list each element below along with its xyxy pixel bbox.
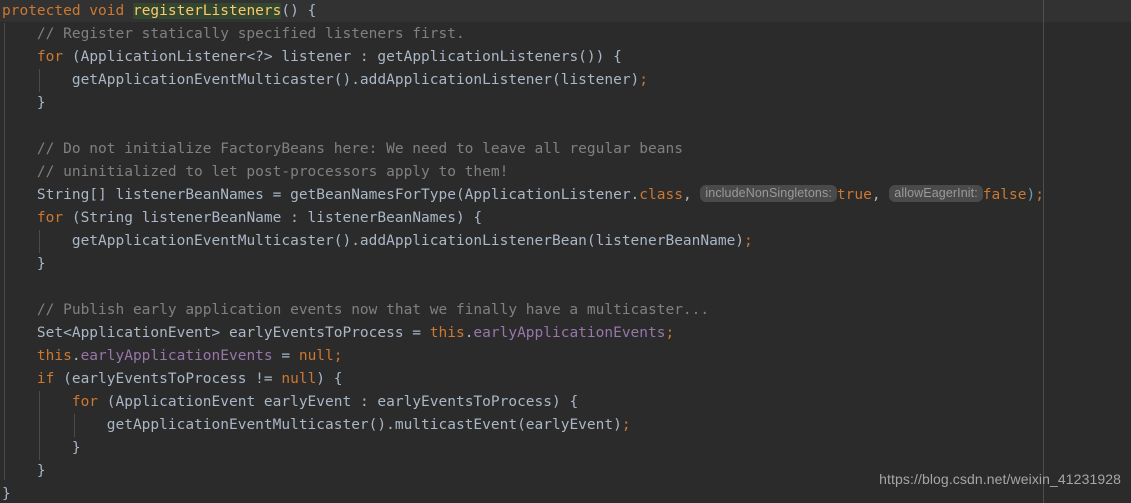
literal-false: false — [982, 187, 1027, 203]
line-10-body: (String listenerBeanName : listenerBeanN… — [63, 210, 465, 226]
line-16-dot: . — [71, 348, 81, 364]
code-line-17[interactable]: if (earlyEventsToProcess != null) { — [0, 368, 1131, 391]
decl-earlyEventsToProcess: Set<ApplicationEvent> earlyEventsToProce… — [36, 325, 430, 341]
keyword-this-2: this — [36, 348, 72, 364]
code-line-14[interactable]: // Publish early application events now … — [0, 299, 1131, 322]
code-line-16[interactable]: this.earlyApplicationEvents = null; — [0, 345, 1131, 368]
line-9-comma-2: , — [871, 187, 890, 203]
keyword-protected: protected — [2, 3, 81, 19]
code-line-12[interactable]: } — [0, 253, 1131, 276]
param-hint-includeNonSingletons[interactable]: includeNonSingletons: — [700, 185, 837, 202]
code-line-1[interactable]: protected void registerListeners() { — [0, 0, 1131, 23]
stmt-getBeanNamesForType: String[] listenerBeanNames = getBeanName… — [36, 187, 640, 203]
line-9-close-paren: ) — [1026, 187, 1036, 203]
line-9-comma-1: , — [682, 187, 701, 203]
code-line-2[interactable]: // Register statically specified listene… — [0, 23, 1131, 46]
keyword-for-1: for — [36, 49, 64, 65]
literal-true: true — [836, 187, 872, 203]
literal-null-2: null — [281, 371, 317, 387]
line-22-close-brace: } — [2, 486, 11, 502]
comment-uninitialized: // uninitialized to let post-processors … — [36, 164, 509, 180]
line-11-semicolon: ; — [744, 233, 753, 249]
line-5-close-brace: } — [36, 95, 46, 111]
keyword-for-2: for — [36, 210, 64, 226]
code-editor[interactable]: protected void registerListeners() { // … — [0, 0, 1131, 503]
keyword-class-literal: class — [639, 187, 683, 203]
line-12-close-brace: } — [36, 256, 46, 272]
code-line-15[interactable]: Set<ApplicationEvent> earlyEventsToProce… — [0, 322, 1131, 345]
call-multicastEvent: getApplicationEventMulticaster().multica… — [106, 417, 622, 433]
line-3-brace: { — [604, 49, 622, 65]
line-15-semicolon: ; — [665, 325, 675, 341]
code-line-19[interactable]: getApplicationEventMulticaster().multica… — [0, 414, 1131, 437]
keyword-this-1: this — [429, 325, 465, 341]
comment-do-not-initialize: // Do not initialize FactoryBeans here: … — [36, 141, 683, 157]
line-16-assign: = — [272, 348, 299, 364]
code-line-5[interactable]: } — [0, 92, 1131, 115]
line-18-body: (ApplicationEvent earlyEvent : earlyEven… — [98, 394, 561, 410]
line-18-brace: { — [560, 394, 579, 410]
code-line-7[interactable]: // Do not initialize FactoryBeans here: … — [0, 138, 1131, 161]
code-line-4[interactable]: getApplicationEventMulticaster().addAppl… — [0, 69, 1131, 92]
code-line-20[interactable]: } — [0, 437, 1131, 460]
watermark-url: https://blog.csdn.net/weixin_41231928 — [879, 471, 1121, 487]
line-20-close-brace: } — [71, 440, 81, 456]
line-3-body: (ApplicationListener<?> listener : getAp… — [63, 49, 605, 65]
line-10-brace: { — [464, 210, 483, 226]
line-17-tail: ) { — [316, 371, 343, 387]
code-line-8[interactable]: // uninitialized to let post-processors … — [0, 161, 1131, 184]
code-lines[interactable]: protected void registerListeners() { // … — [0, 0, 1131, 503]
keyword-void: void — [80, 3, 133, 19]
code-line-18[interactable]: for (ApplicationEvent earlyEvent : early… — [0, 391, 1131, 414]
keyword-for-3: for — [71, 394, 99, 410]
line-1-tail: () { — [281, 3, 317, 19]
comment-register-statically: // Register statically specified listene… — [36, 26, 465, 42]
code-line-10[interactable]: for (String listenerBeanName : listenerB… — [0, 207, 1131, 230]
code-line-6-blank[interactable] — [0, 115, 1131, 138]
comment-publish-early-events: // Publish early application events now … — [36, 302, 710, 318]
code-line-13-blank[interactable] — [0, 276, 1131, 299]
field-earlyApplicationEvents-1: earlyApplicationEvents — [473, 325, 666, 341]
line-4-semicolon: ; — [639, 72, 649, 88]
field-earlyApplicationEvents-2: earlyApplicationEvents — [80, 348, 273, 364]
literal-null-1: null — [298, 348, 334, 364]
line-9-semicolon: ; — [1035, 187, 1044, 203]
code-line-3[interactable]: for (ApplicationListener<?> listener : g… — [0, 46, 1131, 69]
keyword-if: if — [36, 371, 55, 387]
call-addApplicationListener: getApplicationEventMulticaster().addAppl… — [71, 72, 640, 88]
method-name-registerListeners[interactable]: registerListeners — [132, 3, 282, 19]
code-line-11[interactable]: getApplicationEventMulticaster().addAppl… — [0, 230, 1131, 253]
line-21-close-brace: } — [36, 463, 46, 479]
param-hint-allowEagerInit[interactable]: allowEagerInit: — [889, 185, 983, 202]
code-line-9[interactable]: String[] listenerBeanNames = getBeanName… — [0, 184, 1131, 207]
line-17-cond: (earlyEventsToProcess != — [54, 371, 282, 387]
line-19-semicolon: ; — [621, 417, 631, 433]
call-addApplicationListenerBean: getApplicationEventMulticaster().addAppl… — [71, 233, 745, 249]
line-16-semicolon: ; — [333, 348, 343, 364]
